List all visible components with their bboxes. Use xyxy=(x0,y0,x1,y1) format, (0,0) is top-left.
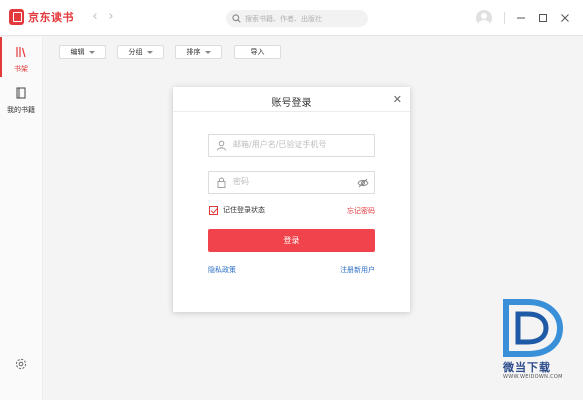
import-button-label: 导入 xyxy=(250,48,265,56)
eye-hidden-icon[interactable] xyxy=(357,178,369,188)
app-title: 京东读书 xyxy=(28,11,74,24)
active-indicator xyxy=(0,37,2,77)
caret-down-icon xyxy=(146,50,153,54)
search-input[interactable] xyxy=(245,14,360,23)
app-logo: 京东读书 xyxy=(9,9,74,25)
sidebar: 书架 我的书籍 xyxy=(0,37,43,400)
minimize-icon[interactable] xyxy=(514,11,528,25)
password-input[interactable] xyxy=(233,177,353,186)
edit-button-label: 编辑 xyxy=(70,48,85,56)
group-button[interactable]: 分组 xyxy=(117,45,164,59)
watermark-url: WWW.WEIDOWN.COM xyxy=(503,374,563,380)
dialog-header: 账号登录 ✕ xyxy=(173,87,410,112)
remember-login[interactable]: 记住登录状态 xyxy=(209,205,265,215)
sort-button[interactable]: 排序 xyxy=(175,45,222,59)
remember-label: 记住登录状态 xyxy=(223,206,265,214)
watermark-text: 微当下载 xyxy=(503,361,551,374)
login-dialog: 账号登录 ✕ 记住登录状态 忘记密码 登录 隐私政策 注册新用户 xyxy=(173,87,410,312)
remember-checkbox[interactable] xyxy=(209,205,218,215)
sort-button-label: 排序 xyxy=(186,48,201,56)
lock-icon xyxy=(217,177,226,188)
forward-arrow-icon[interactable]: › xyxy=(104,10,118,24)
search-icon xyxy=(232,14,241,23)
forgot-password-link[interactable]: 忘记密码 xyxy=(347,206,375,216)
dialog-close-icon[interactable]: ✕ xyxy=(393,93,402,106)
import-button[interactable]: 导入 xyxy=(234,45,281,59)
edit-button[interactable]: 编辑 xyxy=(59,45,106,59)
sidebar-item-my-books[interactable]: 我的书籍 xyxy=(0,87,42,115)
sidebar-item-bookshelf[interactable]: 书架 xyxy=(0,37,42,77)
username-field[interactable] xyxy=(208,134,375,157)
jd-read-logo-icon xyxy=(9,9,24,25)
group-button-label: 分组 xyxy=(128,48,143,56)
bookshelf-icon xyxy=(16,47,26,58)
close-icon[interactable] xyxy=(558,11,572,25)
user-avatar-icon[interactable] xyxy=(476,10,492,26)
register-link[interactable]: 注册新用户 xyxy=(340,265,375,275)
maximize-icon[interactable] xyxy=(536,11,550,25)
caret-down-icon xyxy=(204,50,211,54)
title-divider xyxy=(504,12,505,24)
privacy-policy-link[interactable]: 隐私政策 xyxy=(208,265,236,275)
back-arrow-icon[interactable]: ‹ xyxy=(88,10,102,24)
password-field[interactable] xyxy=(208,171,375,194)
caret-down-icon xyxy=(88,50,95,54)
dialog-title: 账号登录 xyxy=(271,98,312,109)
sidebar-item-label: 我的书籍 xyxy=(7,106,35,114)
search-box[interactable] xyxy=(226,10,368,27)
title-bar: 京东读书 ‹ › xyxy=(0,0,583,36)
login-button[interactable]: 登录 xyxy=(208,229,375,252)
username-input[interactable] xyxy=(233,140,353,149)
gear-icon[interactable] xyxy=(14,357,28,371)
sidebar-item-label: 书架 xyxy=(14,65,28,73)
book-icon xyxy=(16,87,26,99)
user-icon xyxy=(217,140,226,151)
